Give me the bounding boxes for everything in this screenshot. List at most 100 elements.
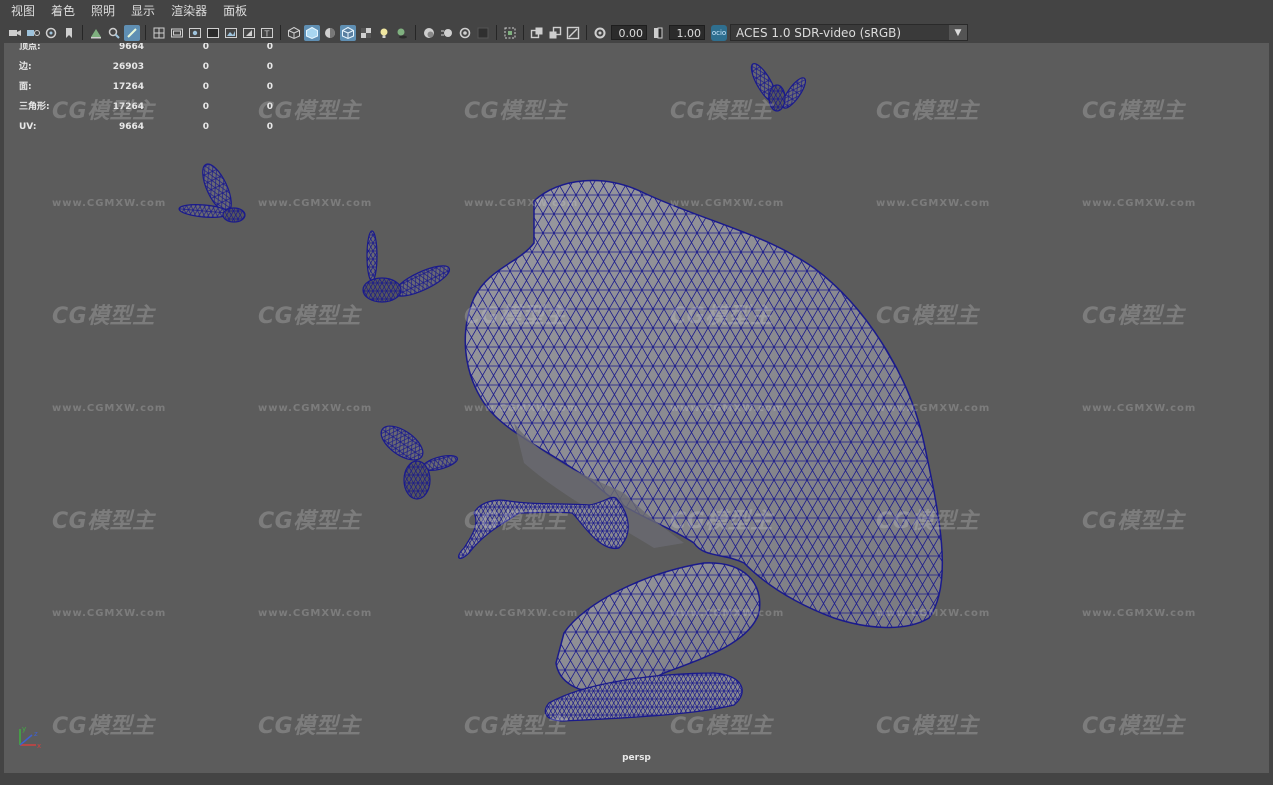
fly-4[interactable]	[747, 60, 809, 112]
hud-value: 0	[202, 43, 209, 52]
hud-row-uvs: UV: 9664 0 0	[19, 122, 273, 142]
wireframe-on-shaded-icon[interactable]	[340, 24, 356, 41]
hud-value: 0	[266, 122, 273, 132]
menu-shading[interactable]: 着色	[43, 0, 83, 22]
frog-hind-leg-wireframe	[556, 562, 760, 693]
colorspace-dropdown[interactable]: ACES 1.0 SDR-video (sRGB) ▼	[730, 24, 968, 41]
hud-value: 0	[202, 82, 209, 92]
hud-value: 0	[266, 62, 273, 72]
svg-text:x: x	[37, 742, 41, 750]
menu-view[interactable]: 视图	[0, 0, 43, 22]
hud-label: 面:	[19, 82, 32, 92]
grease-pencil-icon[interactable]	[124, 24, 140, 41]
hud-value: 0	[266, 82, 273, 92]
camera-tools-icon[interactable]	[43, 25, 59, 41]
field-chart-icon[interactable]	[223, 25, 239, 41]
chevron-down-icon[interactable]: ▼	[949, 25, 967, 40]
film-gate-icon[interactable]	[169, 25, 185, 41]
colorspace-value: ACES 1.0 SDR-video (sRGB)	[736, 25, 902, 40]
hud-value: 9664	[118, 43, 144, 52]
hud-value: 26903	[112, 62, 144, 72]
xray-icon[interactable]	[529, 25, 545, 41]
shaded-icon[interactable]	[304, 24, 320, 41]
xray-components-icon[interactable]	[565, 25, 581, 41]
hud-label: 三角形:	[19, 102, 50, 112]
menu-lighting[interactable]: 照明	[83, 0, 123, 22]
lights-icon[interactable]	[376, 25, 392, 41]
2d-pan-zoom-icon[interactable]	[106, 25, 122, 41]
fly-2-body-wireframe	[363, 278, 401, 302]
depth-of-field-icon[interactable]	[475, 25, 491, 41]
exposure-icon[interactable]	[592, 25, 608, 41]
frog-body-wireframe	[465, 180, 943, 628]
axis-gizmo-icon: x y z	[19, 725, 41, 750]
wireframe-icon[interactable]	[286, 25, 302, 41]
svg-text:z: z	[34, 730, 38, 738]
gamma-field[interactable]: 1.00	[669, 25, 705, 40]
svg-text:T: T	[264, 29, 270, 38]
frog-mesh[interactable]	[457, 179, 944, 722]
textured-icon[interactable]	[358, 25, 374, 41]
resolution-gate-icon[interactable]	[187, 25, 203, 41]
colorspace-icon[interactable]: ocio	[711, 24, 727, 41]
toolbar-separator	[82, 25, 83, 40]
hud-value: 0	[266, 43, 273, 52]
poly-count-hud: 顶点: 9664 0 0 边: 26903 0 0 面: 17264 0 0 三…	[19, 43, 273, 142]
grid-icon[interactable]	[151, 25, 167, 41]
hud-row-faces: 面: 17264 0 0	[19, 82, 273, 102]
fly-3-wing-wireframe	[381, 426, 423, 460]
bottom-border	[0, 773, 1273, 785]
fly-1-body-wireframe	[223, 208, 245, 222]
camera-name-label: persp	[622, 753, 651, 763]
safe-title-icon[interactable]: T	[259, 25, 275, 41]
default-material-icon[interactable]	[322, 25, 338, 41]
gate-mask-icon[interactable]	[205, 25, 221, 41]
shadows-icon[interactable]	[394, 25, 410, 41]
camera-attributes-icon[interactable]	[25, 25, 41, 41]
toolbar-separator	[415, 25, 416, 40]
toolbar-separator	[145, 25, 146, 40]
toolbar-separator	[523, 25, 524, 40]
fly-2-wing-wireframe	[367, 231, 377, 281]
hud-value: 17264	[112, 82, 144, 92]
hud-label: 顶点:	[19, 43, 41, 52]
scene	[178, 60, 944, 722]
menu-bar: 视图 着色 照明 显示 渲染器 面板	[0, 0, 1273, 22]
hud-label: UV:	[19, 122, 37, 132]
screen-space-ao-icon[interactable]	[421, 25, 437, 41]
menu-panels[interactable]: 面板	[215, 0, 255, 22]
camera-icon[interactable]	[7, 25, 23, 41]
hud-label: 边:	[19, 62, 32, 72]
fly-4-body-wireframe	[769, 85, 785, 111]
toolbar-separator	[280, 25, 281, 40]
hud-value: 0	[202, 122, 209, 132]
hud-value: 17264	[112, 102, 144, 112]
fly-2[interactable]	[362, 230, 453, 303]
isolate-select-icon[interactable]	[502, 25, 518, 41]
frog-front-leg-wireframe	[458, 497, 629, 559]
fly-2-wing-2-wireframe	[394, 265, 450, 297]
hud-value: 0	[202, 102, 209, 112]
hud-row-triangles: 三角形: 17264 0 0	[19, 102, 273, 122]
hud-value: 9664	[118, 122, 144, 132]
safe-action-icon[interactable]	[241, 25, 257, 41]
fly-3[interactable]	[375, 419, 459, 500]
exposure-field[interactable]: 0.00	[611, 25, 647, 40]
menu-show[interactable]: 显示	[123, 0, 163, 22]
hud-value: 0	[266, 102, 273, 112]
toolbar-separator	[496, 25, 497, 40]
motion-blur-icon[interactable]	[439, 25, 455, 41]
image-plane-icon[interactable]	[88, 25, 104, 41]
fly-1[interactable]	[178, 160, 246, 223]
menu-renderer[interactable]: 渲染器	[163, 0, 215, 22]
viewport-3d[interactable]: 顶点: 9664 0 0 边: 26903 0 0 面: 17264 0 0 三…	[4, 43, 1269, 773]
gamma-icon[interactable]	[650, 25, 666, 41]
svg-text:y: y	[22, 725, 26, 733]
hud-row-edges: 边: 26903 0 0	[19, 62, 273, 82]
hud-value: 0	[202, 62, 209, 72]
fly-3-body-wireframe	[404, 461, 430, 499]
bookmark-icon[interactable]	[61, 25, 77, 41]
anti-aliasing-icon[interactable]	[457, 25, 473, 41]
hud-row-vertices: 顶点: 9664 0 0	[19, 43, 273, 62]
xray-joints-icon[interactable]	[547, 25, 563, 41]
